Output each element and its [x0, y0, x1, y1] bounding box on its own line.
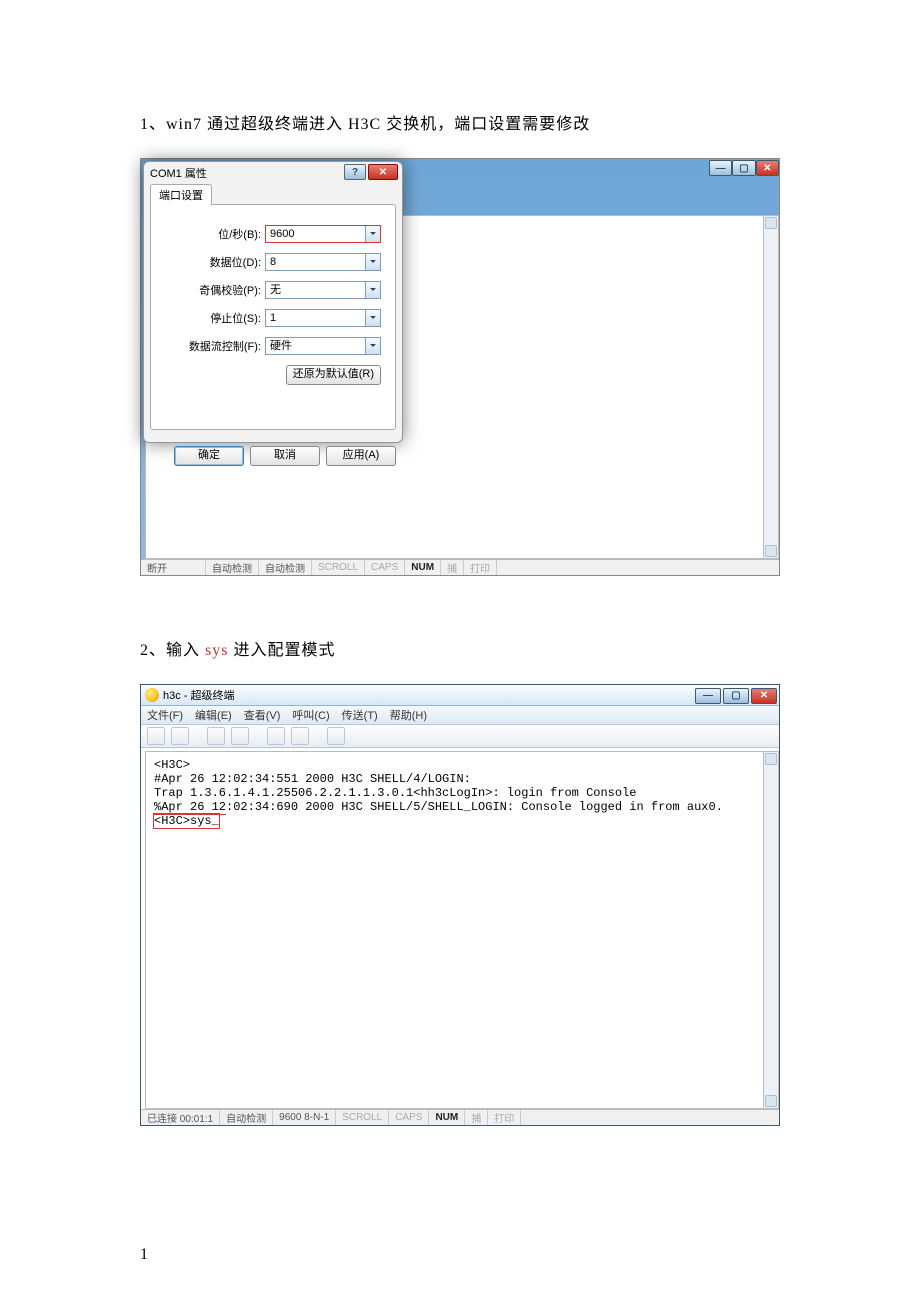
- status-num: NUM: [429, 1110, 465, 1125]
- status-print: 打印: [464, 560, 497, 575]
- databits-select[interactable]: 8: [265, 253, 381, 271]
- status-scroll: SCROLL: [336, 1110, 389, 1125]
- tab-port-settings[interactable]: 端口设置: [150, 184, 212, 205]
- hyperterm-icon: [145, 688, 159, 702]
- dialog-help-button[interactable]: ?: [344, 164, 366, 180]
- stopbits-label: 停止位(S):: [165, 310, 265, 326]
- flowcontrol-label: 数据流控制(F):: [165, 338, 265, 354]
- status-connection: 断开: [141, 560, 206, 575]
- dialog-title: COM1 属性: [150, 168, 207, 180]
- status-detect: 自动检测: [220, 1110, 273, 1125]
- status-capture: 捕: [441, 560, 464, 575]
- scroll-down-icon[interactable]: [765, 1095, 777, 1107]
- disconnect-icon[interactable]: [231, 727, 249, 745]
- properties-icon[interactable]: [327, 727, 345, 745]
- minimize-button[interactable]: —: [695, 688, 721, 704]
- receive-icon[interactable]: [291, 727, 309, 745]
- chevron-down-icon: [365, 254, 380, 270]
- status-port: 9600 8-N-1: [273, 1110, 336, 1125]
- chevron-down-icon: [365, 338, 380, 354]
- apply-button[interactable]: 应用(A): [326, 446, 396, 466]
- screenshot-h3c-terminal: h3c - 超级终端 — ▢ ✕ 文件(F) 编辑(E) 查看(V) 呼叫(C)…: [140, 684, 780, 1126]
- status-scroll: SCROLL: [312, 560, 365, 575]
- parity-label: 奇偶校验(P):: [165, 282, 265, 298]
- status-detect1: 自动检测: [206, 560, 259, 575]
- step-2-text: 2、输入 sys 进入配置模式: [140, 636, 780, 660]
- scroll-up-icon[interactable]: [765, 753, 777, 765]
- terminal-output: <H3C> #Apr 26 12:02:34:551 2000 H3C SHEL…: [145, 751, 765, 1109]
- parity-select[interactable]: 无: [265, 281, 381, 299]
- status-caps: CAPS: [365, 560, 405, 575]
- maximize-button[interactable]: ▢: [723, 688, 749, 704]
- window-title: h3c - 超级终端: [163, 687, 235, 703]
- chevron-down-icon: [365, 282, 380, 298]
- bg-minimize-button[interactable]: —: [709, 160, 732, 176]
- send-icon[interactable]: [267, 727, 285, 745]
- menu-edit[interactable]: 编辑(E): [195, 707, 232, 723]
- connect-icon[interactable]: [207, 727, 225, 745]
- status-connection: 已连接 00:01:1: [141, 1110, 220, 1125]
- menu-call[interactable]: 呼叫(C): [292, 707, 329, 723]
- flowcontrol-select[interactable]: 硬件: [265, 337, 381, 355]
- scroll-down-icon[interactable]: [765, 545, 777, 557]
- com1-properties-dialog: COM1 属性 ? ✕ 端口设置 位/秒(B): 9600 数据位(D): 8: [143, 161, 403, 443]
- chevron-down-icon: [365, 226, 380, 242]
- close-button[interactable]: ✕: [751, 688, 777, 704]
- status-capture: 捕: [465, 1110, 488, 1125]
- status-detect2: 自动检测: [259, 560, 312, 575]
- step-1-text: 1、win7 通过超级终端进入 H3C 交换机，端口设置需要修改: [140, 110, 780, 134]
- statusbar-2: 已连接 00:01:1 自动检测 9600 8-N-1 SCROLL CAPS …: [141, 1109, 779, 1125]
- status-caps: CAPS: [389, 1110, 429, 1125]
- menu-help[interactable]: 帮助(H): [390, 707, 427, 723]
- open-icon[interactable]: [171, 727, 189, 745]
- bg-close-button[interactable]: ✕: [756, 160, 779, 176]
- statusbar-1: 断开 自动检测 自动检测 SCROLL CAPS NUM 捕 打印: [141, 559, 779, 575]
- baud-label: 位/秒(B):: [165, 226, 265, 242]
- baud-select[interactable]: 9600: [265, 225, 381, 243]
- menu-file[interactable]: 文件(F): [147, 707, 183, 723]
- page-number: 1: [0, 1246, 920, 1264]
- cancel-button[interactable]: 取消: [250, 446, 320, 466]
- ok-button[interactable]: 确定: [174, 446, 244, 466]
- stopbits-select[interactable]: 1: [265, 309, 381, 327]
- new-icon[interactable]: [147, 727, 165, 745]
- dialog-close-button[interactable]: ✕: [368, 164, 398, 180]
- chevron-down-icon: [365, 310, 380, 326]
- status-num: NUM: [405, 560, 441, 575]
- menu-view[interactable]: 查看(V): [244, 707, 281, 723]
- restore-defaults-button[interactable]: 还原为默认值(R): [286, 365, 381, 385]
- status-print: 打印: [488, 1110, 521, 1125]
- bg-maximize-button[interactable]: ▢: [732, 160, 755, 176]
- scroll-up-icon[interactable]: [765, 217, 777, 229]
- screenshot-com-properties: — ▢ ✕ COM1 属性 ? ✕ 端口设置 位/秒(B):: [140, 158, 780, 576]
- menu-transfer[interactable]: 传送(T): [342, 707, 378, 723]
- databits-label: 数据位(D):: [165, 254, 265, 270]
